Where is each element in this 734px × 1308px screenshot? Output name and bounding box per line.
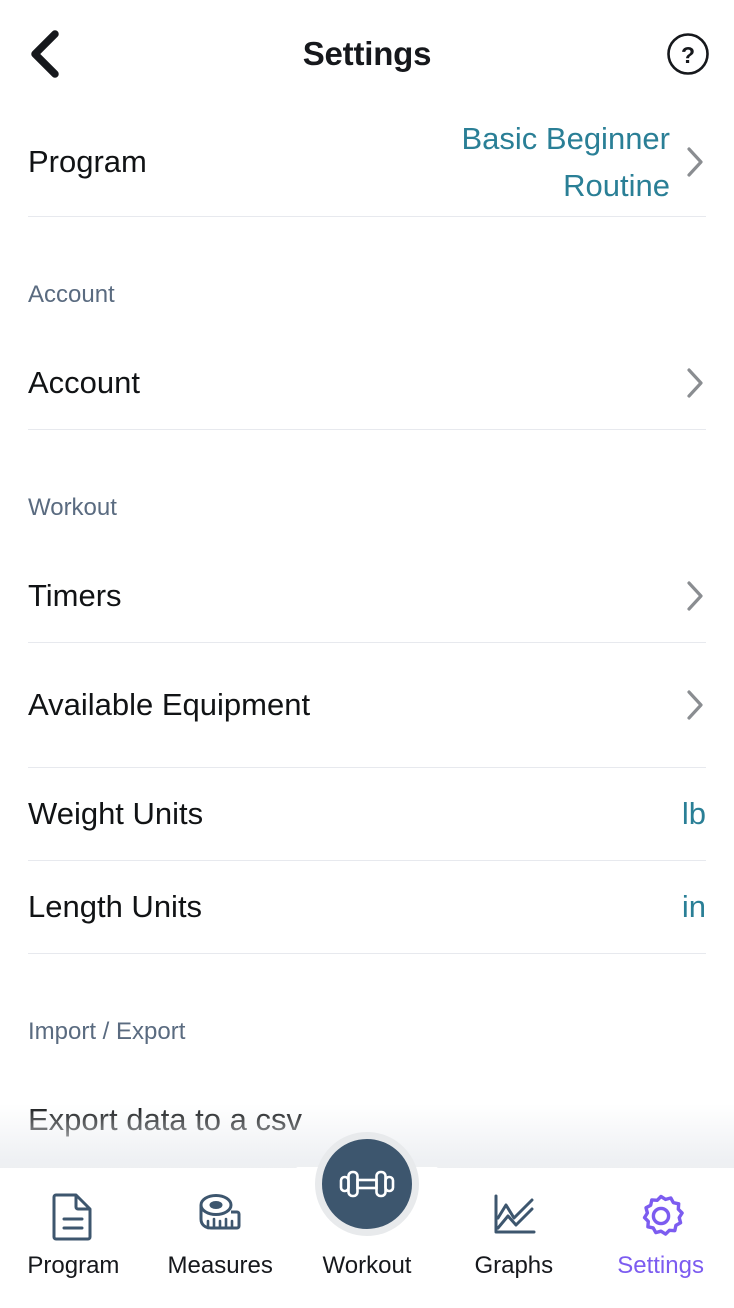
settings-screen: Settings ? Program Basic Beginner Routin… bbox=[0, 0, 734, 1308]
document-icon bbox=[47, 1190, 99, 1242]
question-circle-icon: ? bbox=[667, 33, 709, 75]
row-value: in bbox=[681, 888, 706, 924]
tab-label: Program bbox=[27, 1252, 120, 1279]
chevron-right-icon bbox=[687, 368, 703, 398]
row-label: Timers bbox=[28, 578, 122, 614]
tab-label: Workout bbox=[322, 1252, 412, 1279]
section-header-import-export: Import / Export bbox=[28, 1018, 186, 1045]
row-account[interactable]: Account bbox=[0, 337, 734, 429]
section-header-gap bbox=[0, 522, 734, 550]
tab-graphs[interactable]: Graphs bbox=[440, 1190, 587, 1280]
page-title: Settings bbox=[302, 35, 432, 72]
row-value-group bbox=[684, 579, 706, 613]
row-label: Account bbox=[28, 365, 141, 401]
section-header-gap bbox=[0, 309, 734, 337]
row-value-group: in bbox=[682, 884, 706, 931]
row-value-group bbox=[684, 366, 706, 400]
tab-program[interactable]: Program bbox=[0, 1190, 147, 1280]
tab-label: Graphs bbox=[474, 1252, 554, 1279]
row-label: Export data to a csv bbox=[28, 1102, 302, 1138]
line-chart-icon bbox=[488, 1190, 540, 1242]
row-value: Basic Beginner Routine bbox=[461, 120, 670, 203]
back-button[interactable] bbox=[14, 23, 76, 85]
bottom-tab-bar: Program Measures Workout Graphs Settings bbox=[0, 1132, 734, 1308]
tab-list: Program Measures Workout Graphs Settings bbox=[0, 1132, 734, 1308]
tab-settings[interactable]: Settings bbox=[587, 1190, 734, 1280]
home-indicator-area bbox=[0, 1292, 734, 1308]
row-weight-units[interactable]: Weight Units lb bbox=[0, 768, 734, 860]
workout-fab-button[interactable] bbox=[314, 1132, 419, 1236]
svg-text:?: ? bbox=[681, 42, 695, 68]
settings-list[interactable]: Program Basic Beginner Routine Account A… bbox=[0, 108, 734, 1308]
chevron-left-icon bbox=[31, 30, 59, 78]
chevron-right-icon bbox=[687, 147, 703, 177]
row-value-group bbox=[684, 688, 706, 722]
row-timers[interactable]: Timers bbox=[0, 550, 734, 642]
row-label: Available Equipment bbox=[28, 687, 311, 723]
row-label: Length Units bbox=[28, 889, 203, 925]
row-value-group: lb bbox=[682, 791, 706, 838]
section-header-gap bbox=[0, 1046, 734, 1074]
row-program[interactable]: Program Basic Beginner Routine bbox=[0, 108, 734, 216]
tab-label: Settings bbox=[617, 1252, 704, 1279]
tape-measure-icon bbox=[194, 1190, 246, 1242]
row-length-units[interactable]: Length Units in bbox=[0, 861, 734, 953]
row-value: lb bbox=[681, 795, 706, 831]
app-header: Settings ? bbox=[0, 0, 734, 108]
chevron-right-icon bbox=[687, 690, 703, 720]
row-value-group: Basic Beginner Routine bbox=[381, 115, 706, 209]
row-available-equipment[interactable]: Available Equipment bbox=[0, 643, 734, 767]
row-label: Program bbox=[28, 144, 147, 180]
section-header-workout: Workout bbox=[28, 494, 117, 521]
tab-label: Measures bbox=[167, 1252, 273, 1279]
tab-workout[interactable]: Workout bbox=[294, 1132, 441, 1280]
section-header-account: Account bbox=[28, 281, 115, 308]
chevron-right-icon bbox=[687, 581, 703, 611]
row-label: Weight Units bbox=[28, 796, 204, 832]
help-button[interactable]: ? bbox=[664, 30, 712, 78]
dumbbell-icon bbox=[339, 1170, 395, 1198]
tab-measures[interactable]: Measures bbox=[147, 1190, 294, 1280]
gear-icon bbox=[635, 1190, 687, 1242]
